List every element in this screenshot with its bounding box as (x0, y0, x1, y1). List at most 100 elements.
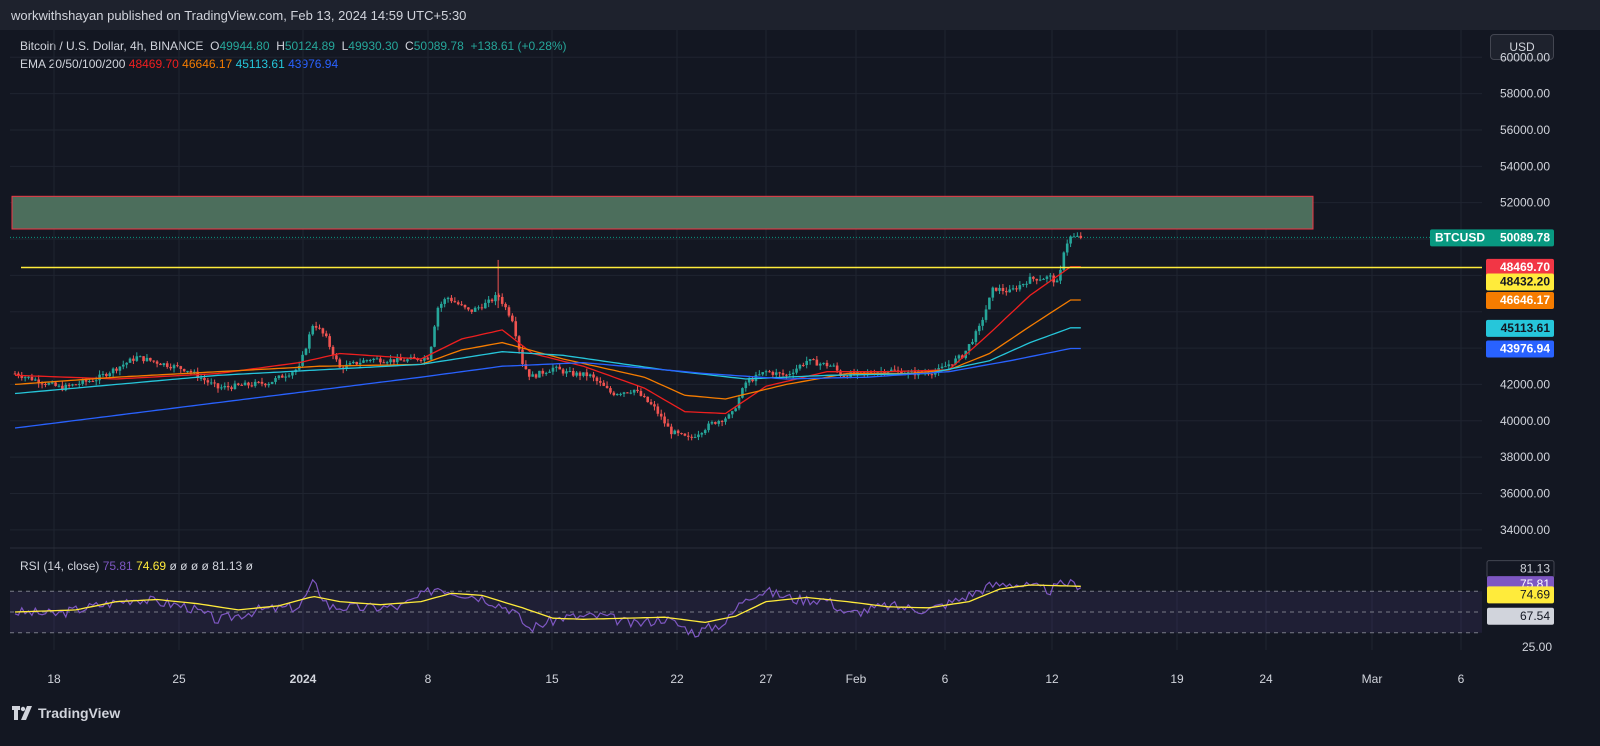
rsi-label-bg (1487, 576, 1554, 594)
candle-body (81, 380, 84, 384)
brand-text: TradingView (38, 705, 121, 721)
candle-body (551, 367, 555, 372)
candle-body (54, 382, 57, 386)
candle-body (950, 364, 954, 366)
candle-body (456, 302, 460, 305)
candle-body (937, 368, 940, 372)
candle-body (253, 381, 257, 386)
currency-button[interactable]: USD (1490, 34, 1554, 60)
candle-body (480, 307, 484, 309)
candle-body (771, 371, 775, 375)
time-tick-label: 8 (425, 672, 432, 686)
candle-body (822, 362, 825, 364)
time-tick-label: 6 (1458, 672, 1465, 686)
candle-body (209, 382, 213, 384)
price-label-symbol: BTCUSD (1435, 230, 1485, 244)
rsi-last-empty: ø (245, 559, 253, 573)
candle-body (571, 371, 575, 376)
candle-body (1072, 236, 1076, 238)
candle-body (538, 370, 541, 378)
ema-legend: EMA 20/50/100/200 48469.70 46646.17 4511… (20, 57, 338, 71)
candle-body (1059, 269, 1062, 281)
candle-body (138, 356, 142, 358)
candle-body (741, 388, 744, 398)
candle-body (883, 371, 886, 374)
rsi-label-value: 81.13 (1520, 562, 1550, 576)
candle-body (879, 371, 883, 373)
candle-body (13, 373, 17, 375)
candle-body (585, 372, 589, 377)
candle-body (933, 371, 937, 375)
price-tick-label: 40000.00 (1500, 414, 1550, 428)
candle-body (287, 375, 291, 377)
candle-body (798, 364, 802, 369)
candle-body (1042, 278, 1045, 280)
candle-body (412, 357, 416, 359)
ema-title[interactable]: EMA 20/50/100/200 (20, 57, 125, 71)
candle-body (426, 357, 430, 360)
price-tick-label: 54000.00 (1500, 159, 1550, 173)
price-label-value: 46646.17 (1500, 293, 1550, 307)
candle-body (504, 303, 507, 308)
candle-body (490, 299, 494, 302)
candle-body (646, 396, 649, 403)
candle-body (923, 372, 927, 374)
tradingview-logo[interactable]: TradingView (12, 705, 120, 721)
candle-body (17, 373, 20, 376)
symbol-title[interactable]: Bitcoin / U.S. Dollar, 4h, BINANCE (20, 39, 203, 53)
rsi-empty: ø (201, 559, 209, 573)
candle-body (352, 361, 355, 364)
candle-body (436, 307, 440, 327)
candle-body (663, 416, 666, 424)
candle-body (27, 376, 30, 378)
candle-body (1021, 283, 1025, 286)
close-label: C (405, 39, 414, 53)
candle-body (348, 363, 352, 365)
price-tick-label: 38000.00 (1500, 450, 1550, 464)
candle-body (548, 371, 551, 373)
time-axis[interactable]: 18 25 2024 8 15 22 27 Feb 6 12 19 24 Mar 6 (47, 672, 1464, 686)
candle-body (406, 359, 409, 362)
candle-body (717, 420, 721, 424)
candle-body (1049, 275, 1052, 277)
candle-body (463, 304, 467, 308)
candle-body (1038, 279, 1042, 281)
candle-body (940, 366, 944, 369)
candle-body (162, 363, 166, 366)
candle-body (954, 358, 957, 365)
candle-body (125, 362, 128, 365)
candle-body (781, 373, 785, 375)
candle-body (619, 393, 622, 395)
candle-body (1028, 276, 1032, 284)
candle-body (483, 302, 487, 309)
price-axis[interactable]: 60000.0058000.0056000.0054000.0052000.00… (1500, 50, 1552, 654)
candle-body (998, 287, 1001, 291)
candle-body (115, 368, 118, 371)
rsi-label-bg (1486, 560, 1555, 579)
candle-body (842, 376, 846, 378)
candle-body (473, 307, 477, 312)
candle-body (230, 387, 233, 390)
candle-body (656, 406, 660, 414)
candle-body (629, 392, 633, 394)
candle-body (927, 372, 930, 375)
price-tick-label: 56000.00 (1500, 123, 1550, 137)
candle-body (703, 430, 707, 434)
resistance-zone (10, 195, 1482, 238)
rsi-title[interactable]: RSI (14, close) (20, 559, 99, 573)
candle-body (846, 376, 849, 378)
candle-body (615, 394, 619, 396)
candle-body (673, 430, 677, 435)
candle-body (531, 374, 534, 377)
price-chart[interactable]: 60000.0058000.0056000.0054000.0052000.00… (0, 0, 1600, 700)
candle-body (77, 383, 81, 385)
candle-body (788, 374, 792, 376)
candle-body (172, 365, 176, 369)
candle-body (852, 372, 856, 375)
rsi-band (10, 591, 1482, 633)
candle-body (774, 372, 778, 375)
rsi-label-value: 75.81 (1520, 577, 1550, 591)
candle-body (280, 375, 284, 378)
candle-body (88, 381, 91, 383)
rsi-label-value: 74.69 (1520, 587, 1550, 601)
